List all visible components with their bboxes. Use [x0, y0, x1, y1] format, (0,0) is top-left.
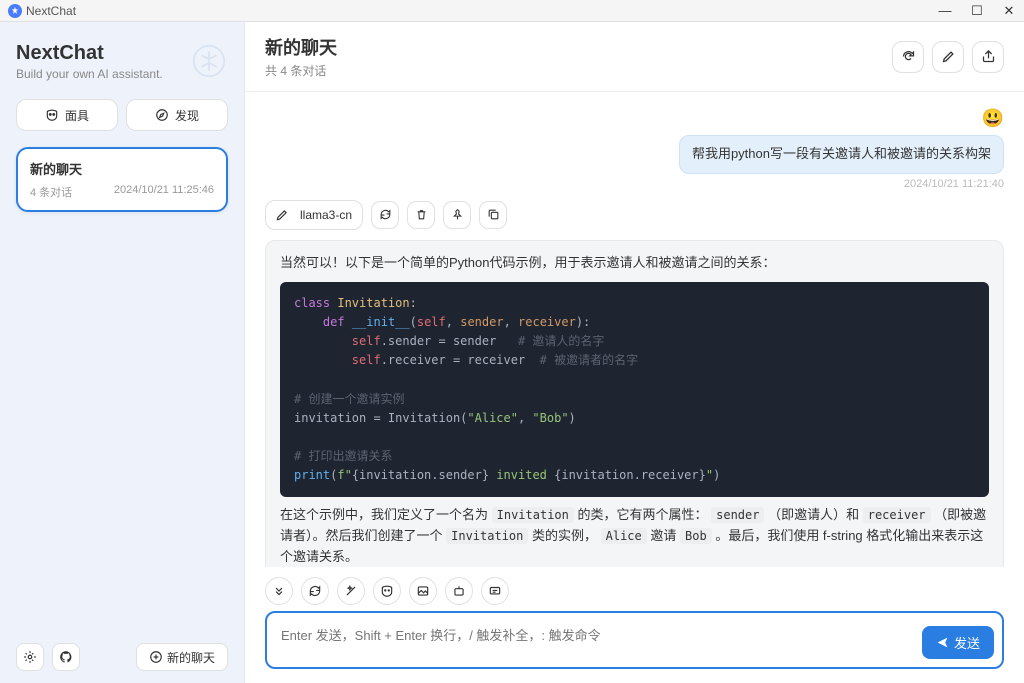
- github-icon: [59, 650, 73, 664]
- image-button[interactable]: [409, 577, 437, 605]
- model-name: llama3-cn: [300, 208, 352, 222]
- minimize-button[interactable]: —: [938, 4, 952, 18]
- delete-button[interactable]: [407, 201, 435, 229]
- brand-icon: [190, 42, 228, 80]
- main-panel: 新的聊天 共 4 条对话 😃 帮我用python写一段有关邀请人和被邀请的关系构…: [244, 22, 1024, 683]
- chat-icon: [488, 584, 502, 598]
- robot-icon: [452, 584, 466, 598]
- regenerate-button[interactable]: [371, 201, 399, 229]
- model-pill[interactable]: llama3-cn: [265, 200, 363, 230]
- user-message: 帮我用python写一段有关邀请人和被邀请的关系构架: [679, 135, 1004, 174]
- assistant-para2: 在这个示例中，我们定义了一个名为 Invitation 的类，它有两个属性： s…: [280, 505, 989, 567]
- magic-button[interactable]: [337, 577, 365, 605]
- pencil-icon: [941, 49, 956, 64]
- chat-header: 新的聊天 共 4 条对话: [245, 22, 1024, 92]
- refresh-icon: [379, 208, 392, 221]
- share-button[interactable]: [972, 41, 1004, 73]
- share-icon: [981, 49, 996, 64]
- page-subtitle: 共 4 条对话: [265, 62, 337, 79]
- reload-button[interactable]: [892, 41, 924, 73]
- mask-tool-icon: [380, 584, 394, 598]
- sidebar: NextChat Build your own AI assistant. 面具…: [0, 22, 244, 683]
- assistant-message: 当然可以！以下是一个简单的Python代码示例，用于表示邀请人和被邀请之间的关系…: [265, 240, 1004, 567]
- settings-button[interactable]: [16, 643, 44, 671]
- discover-button[interactable]: 发现: [126, 99, 228, 131]
- brand-title: NextChat: [16, 42, 163, 65]
- app-logo-icon: [8, 4, 22, 18]
- gear-icon: [23, 650, 37, 664]
- mask-tool-button[interactable]: [373, 577, 401, 605]
- sync-icon: [308, 584, 322, 598]
- mask-icon: [45, 108, 59, 122]
- github-button[interactable]: [52, 643, 80, 671]
- pin-button[interactable]: [443, 201, 471, 229]
- edit-button[interactable]: [932, 41, 964, 73]
- user-timestamp: 2024/10/21 11:21:40: [904, 178, 1004, 190]
- chevrons-down-icon: [272, 584, 286, 598]
- trash-icon: [415, 208, 428, 221]
- compose-toolbar: [245, 567, 1024, 611]
- send-icon: [936, 636, 949, 649]
- robot-button[interactable]: [445, 577, 473, 605]
- maximize-button[interactable]: ☐: [970, 4, 984, 18]
- user-avatar: 😃: [982, 108, 1004, 129]
- model-edit-icon: [272, 205, 292, 225]
- chat-item-title: 新的聊天: [30, 159, 214, 178]
- code-block: class Invitation: def __init__(self, sen…: [280, 282, 989, 498]
- close-button[interactable]: ✕: [1002, 4, 1016, 18]
- magic-icon: [344, 584, 358, 598]
- send-button[interactable]: 发送: [922, 626, 994, 659]
- chat-item-count: 4 条对话: [30, 184, 72, 200]
- copy-button[interactable]: [479, 201, 507, 229]
- message-input[interactable]: [275, 621, 994, 659]
- sync-button[interactable]: [301, 577, 329, 605]
- brand-tagline: Build your own AI assistant.: [16, 67, 163, 81]
- pin-icon: [451, 208, 464, 221]
- titlebar: NextChat — ☐ ✕: [0, 0, 1024, 22]
- assistant-intro: 当然可以！以下是一个简单的Python代码示例，用于表示邀请人和被邀请之间的关系…: [280, 253, 989, 274]
- plus-circle-icon: [149, 650, 163, 664]
- copy-icon: [487, 208, 500, 221]
- new-chat-button[interactable]: 新的聊天: [136, 643, 228, 671]
- mask-button[interactable]: 面具: [16, 99, 118, 131]
- compass-icon: [155, 108, 169, 122]
- app-title: NextChat: [26, 4, 76, 18]
- reload-icon: [901, 49, 916, 64]
- messages-container: 😃 帮我用python写一段有关邀请人和被邀请的关系构架 2024/10/21 …: [245, 92, 1024, 567]
- compose-area: 发送: [245, 611, 1024, 683]
- page-title: 新的聊天: [265, 34, 337, 60]
- chat-item-time: 2024/10/21 11:25:46: [114, 184, 214, 200]
- chat-button[interactable]: [481, 577, 509, 605]
- chat-list-item[interactable]: 新的聊天 4 条对话 2024/10/21 11:25:46: [16, 147, 228, 212]
- model-row: llama3-cn: [265, 200, 1004, 230]
- collapse-button[interactable]: [265, 577, 293, 605]
- image-icon: [416, 584, 430, 598]
